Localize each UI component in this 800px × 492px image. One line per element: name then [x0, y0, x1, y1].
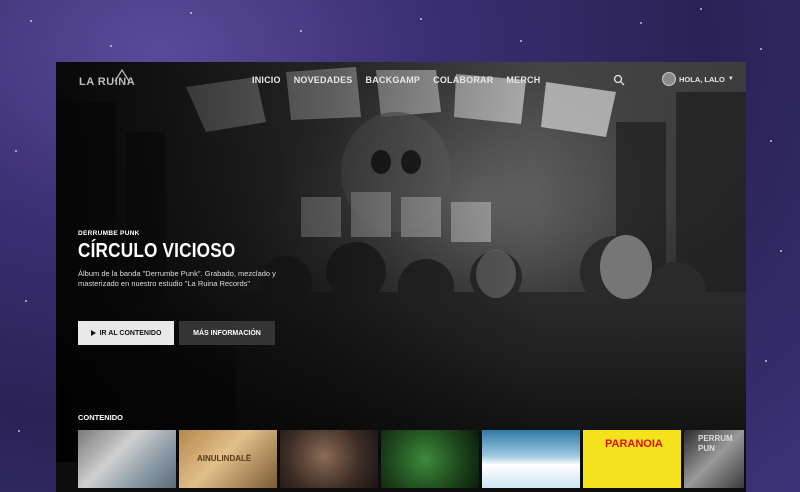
thumb-derrumbe[interactable]: PERRUM PUN [684, 430, 744, 488]
nav-item-backgamp[interactable]: BACKGAMP [366, 75, 421, 85]
nav-item-merch[interactable]: MERCH [506, 75, 540, 85]
top-navigation: LA RUINA INICIO NOVEDADES BACKGAMP COLAB… [56, 62, 746, 98]
play-button[interactable]: IR AL CONTENIDO [78, 321, 174, 345]
search-icon[interactable] [613, 74, 625, 86]
hero-description: Álbum de la banda "Derrumbe Punk". Graba… [78, 269, 276, 288]
main-menu: INICIO NOVEDADES BACKGAMP COLABORAR MERC… [252, 75, 553, 85]
hero-eyebrow: DERRUMBE PUNK [78, 230, 140, 237]
thumb-ainulindale[interactable]: AINULINDALË [179, 430, 277, 488]
thumb-paranoia[interactable]: PARANOIA [583, 430, 681, 488]
thumb-snow[interactable] [482, 430, 580, 488]
content-row: AINULINDALË PARANOIA PERRUM PUN [78, 430, 744, 488]
user-greeting: HOLA, LALO [679, 74, 725, 84]
play-icon [90, 330, 96, 336]
thumb-label: PERRUM PUN [698, 434, 733, 453]
more-info-button[interactable]: MÁS INFORMACIÓN [179, 321, 275, 345]
more-info-label: MÁS INFORMACIÓN [193, 329, 261, 337]
content-row-title: CONTENIDO [78, 413, 123, 422]
nav-item-inicio[interactable]: INICIO [252, 75, 281, 85]
nav-item-colaborar[interactable]: COLABORAR [433, 75, 493, 85]
thumb-figure[interactable] [280, 430, 378, 488]
thumb-city[interactable] [78, 430, 176, 488]
thumb-label: PARANOIA [605, 438, 663, 450]
avatar [662, 72, 676, 86]
user-menu[interactable]: HOLA, LALO ▼ [662, 72, 734, 86]
thumb-green[interactable] [381, 430, 479, 488]
hero-title: CÍRCULO VICIOSO [78, 240, 236, 262]
app-window: LA RUINA INICIO NOVEDADES BACKGAMP COLAB… [56, 62, 746, 492]
nav-item-novedades[interactable]: NOVEDADES [294, 75, 353, 85]
logo-mountain-icon [114, 68, 130, 82]
play-button-label: IR AL CONTENIDO [99, 329, 162, 337]
chevron-down-icon: ▼ [727, 76, 734, 82]
thumb-label: AINULINDALË [197, 454, 252, 463]
